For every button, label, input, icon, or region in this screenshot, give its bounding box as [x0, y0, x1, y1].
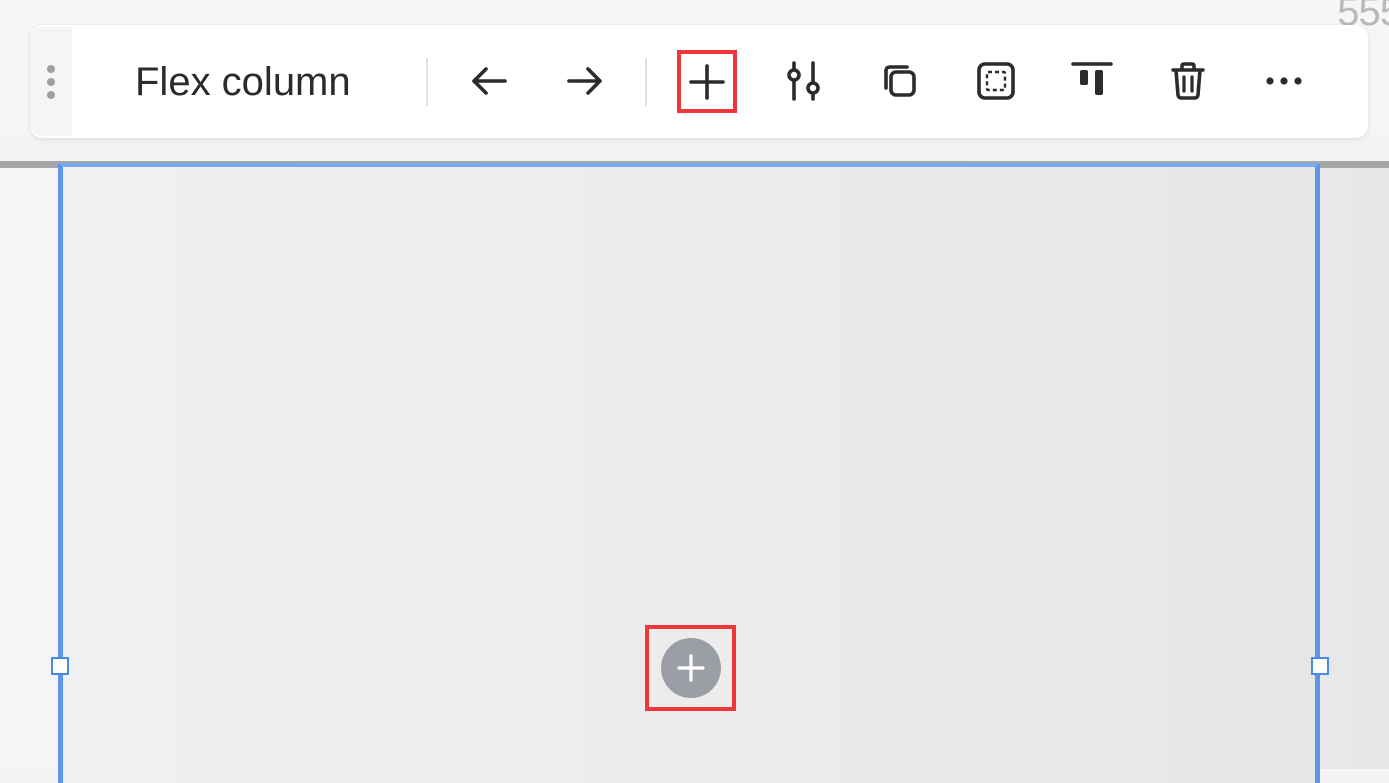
block-type-title[interactable]: Flex column	[135, 59, 351, 105]
move-forward-button[interactable]	[554, 50, 616, 112]
more-options-button[interactable]	[1253, 50, 1315, 112]
add-inner-block-button[interactable]	[645, 625, 736, 711]
toolbar-divider	[645, 58, 647, 106]
toolbar-divider	[426, 58, 428, 106]
resize-handle-left[interactable]	[51, 657, 69, 675]
block-settings-button[interactable]	[773, 50, 835, 112]
select-parent-icon	[977, 62, 1015, 100]
partial-glyph	[770, 0, 808, 8]
add-circle	[660, 638, 721, 698]
add-block-button[interactable]	[677, 50, 737, 113]
plus-icon	[689, 63, 725, 100]
select-parent-button[interactable]	[965, 50, 1027, 112]
sliders-icon	[787, 61, 820, 101]
plus-circle-icon	[676, 654, 705, 682]
drag-dot	[47, 90, 55, 99]
back-arrow-icon	[472, 67, 507, 95]
duplicate-button[interactable]	[869, 50, 931, 112]
forward-arrow-icon	[567, 67, 602, 95]
duplicate-icon	[884, 65, 916, 97]
block-toolbar: Flex column	[30, 25, 1368, 138]
drag-dot	[47, 64, 55, 73]
align-top-icon	[1071, 62, 1113, 95]
more-options-icon	[1266, 77, 1302, 85]
resize-handle-right[interactable]	[1311, 657, 1329, 675]
move-back-button[interactable]	[458, 50, 520, 112]
delete-button[interactable]	[1157, 50, 1219, 112]
align-top-button[interactable]	[1061, 50, 1123, 112]
drag-dot	[47, 77, 55, 86]
drag-handle[interactable]	[30, 27, 72, 136]
trash-icon	[1171, 62, 1205, 100]
